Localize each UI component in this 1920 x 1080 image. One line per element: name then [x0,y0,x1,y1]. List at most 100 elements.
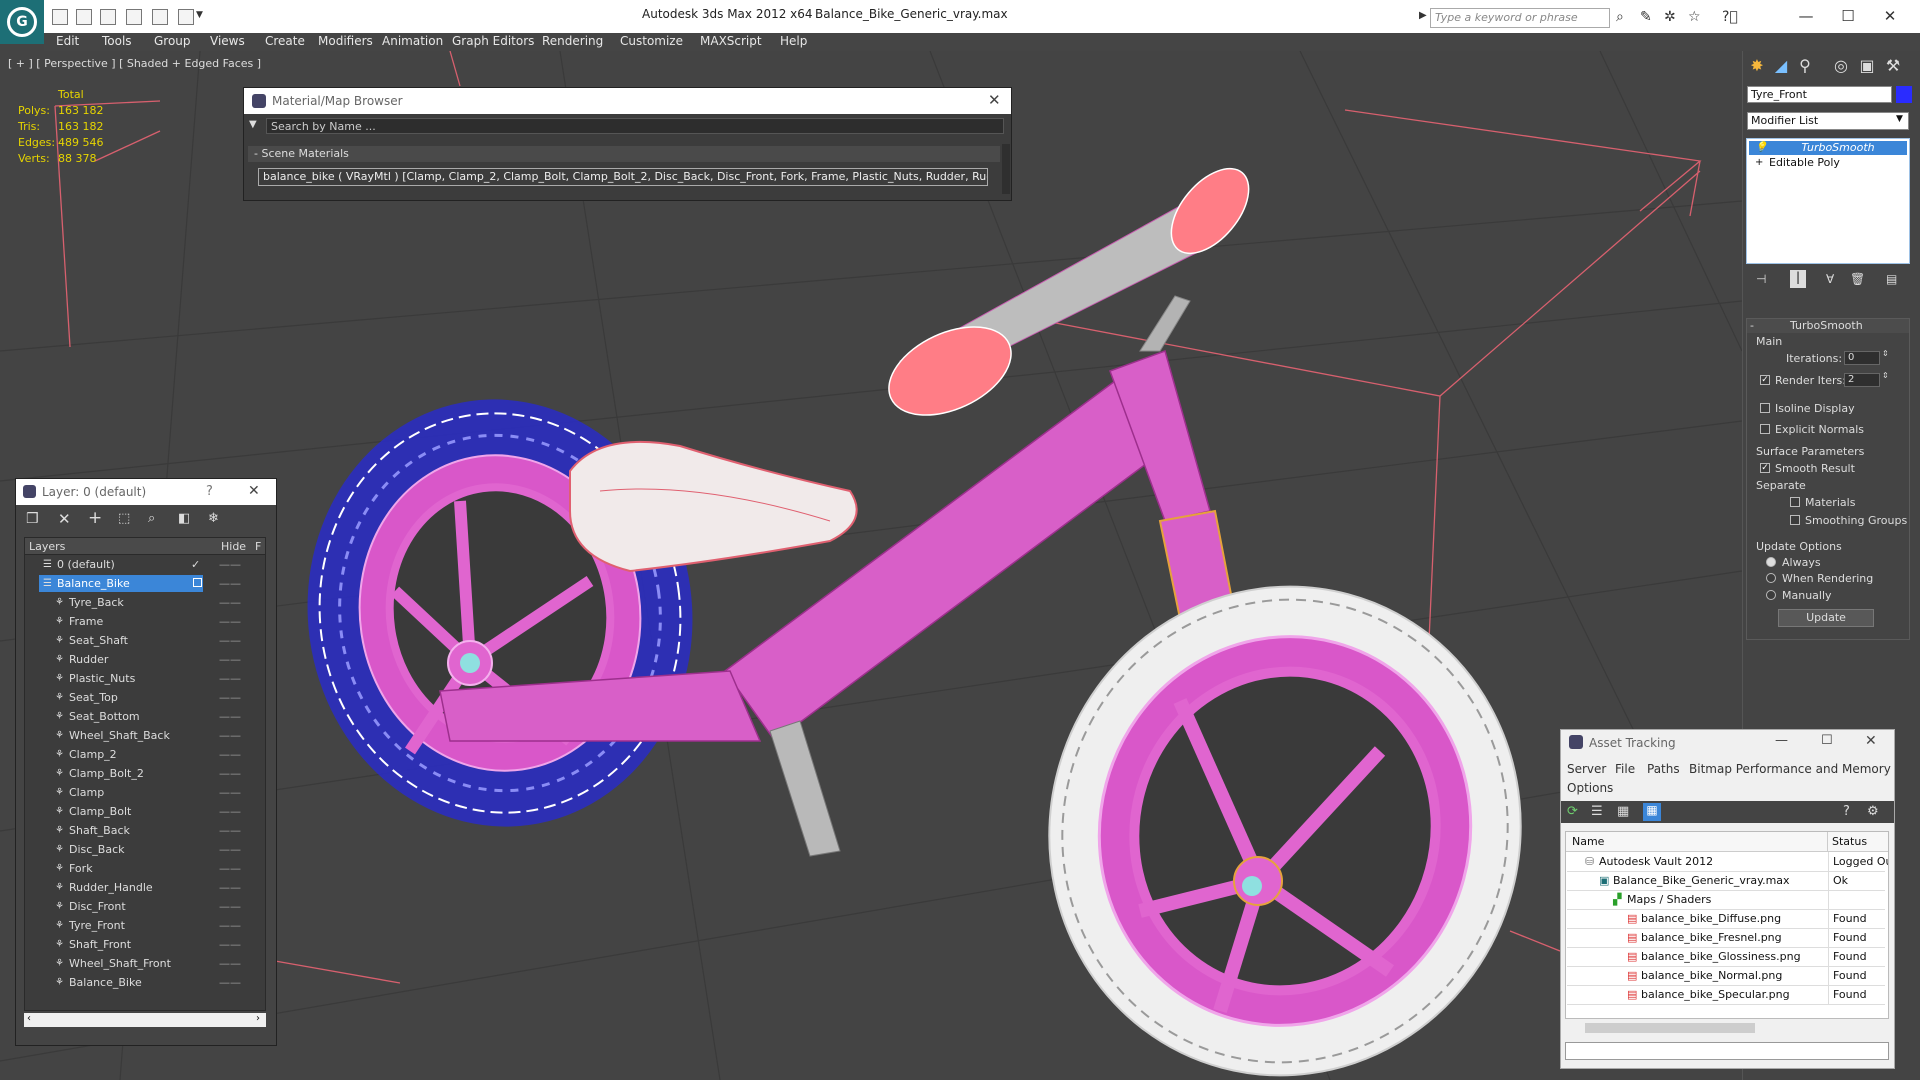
layer-row[interactable]: ⚘ Seat_Top —— [25,688,265,707]
select-objects-icon[interactable]: ⬚ [118,511,130,526]
asset-horizontal-scrollbar[interactable] [1565,1021,1889,1035]
layer-row[interactable]: ⚘ Disc_Front —— [25,897,265,916]
display-tab-icon[interactable]: ▣ [1856,56,1878,78]
layer-row[interactable]: ⚘ Tyre_Back —— [25,593,265,612]
scroll-right-icon[interactable]: › [256,1013,260,1024]
menu-help[interactable]: Help [780,34,807,48]
layer-row[interactable]: ⚘ Tyre_Front —— [25,916,265,935]
layer-manager-window[interactable]: Layer: 0 (default) ? ✕ ❒ ✕ + ⬚ ⌕ ◧ ❄ Lay… [15,478,277,1046]
when-rendering-radio[interactable] [1766,573,1776,583]
layer-row[interactable]: ⚘ Seat_Bottom —— [25,707,265,726]
manually-radio[interactable] [1766,590,1776,600]
hide-toggle[interactable]: —— [219,726,241,745]
modifier-list-dropdown[interactable]: Modifier List [1747,112,1909,130]
layer-row[interactable]: ⚘ Clamp_2 —— [25,745,265,764]
maximize-icon[interactable]: ☐ [1828,4,1868,28]
layer-row[interactable]: ⚘ Shaft_Back —— [25,821,265,840]
render-iters-spin-arrows-icon[interactable]: ⇕ [1882,371,1889,380]
menu-rendering[interactable]: Rendering [542,34,603,48]
menu-animation[interactable]: Animation [382,34,443,48]
communication-icon[interactable]: ✲ [1664,9,1676,25]
create-tab-icon[interactable]: ✸ [1746,56,1768,78]
hide-toggle[interactable]: —— [219,783,241,802]
new-layer-icon[interactable]: ❒ [26,511,39,527]
hide-toggle[interactable]: —— [219,669,241,688]
layer-row[interactable]: ⚘ Wheel_Shaft_Back —— [25,726,265,745]
help-icon[interactable]: ?⃝ [1722,9,1738,25]
hide-toggle[interactable]: —— [219,555,241,574]
undo-icon[interactable] [126,9,142,25]
material-browser-close-icon[interactable]: ✕ [988,91,1001,109]
modify-tab-icon[interactable]: ◢ [1770,56,1792,78]
asset-menu-bitmap-performance[interactable]: Bitmap Performance and Memory [1689,762,1891,776]
hide-toggle[interactable]: —— [219,764,241,783]
layer-row[interactable]: ⚘ Seat_Shaft —— [25,631,265,650]
hierarchy-tab-icon[interactable]: ⚲ [1794,56,1816,78]
utilities-tab-icon[interactable]: ⚒ [1882,56,1904,78]
highlight-layer-icon[interactable]: ⌕ [148,511,155,526]
quick-access-dropdown-icon[interactable]: ▼ [196,10,203,20]
project-folder-icon[interactable] [178,9,194,25]
asset-row[interactable]: ▤ balance_bike_Diffuse.png Found [1567,909,1885,929]
lightbulb-icon[interactable]: 💡 [1755,141,1767,155]
layer-row[interactable]: ☰ Balance_Bike —— [25,574,265,593]
col-hide[interactable]: Hide [221,540,246,553]
add-to-layer-icon[interactable]: + [88,508,102,528]
materials-checkbox[interactable] [1790,497,1800,507]
layer-row[interactable]: ⚘ Plastic_Nuts —— [25,669,265,688]
asset-minimize-icon[interactable]: — [1775,733,1788,748]
layer-row[interactable]: ⚘ Wheel_Shaft_Front —— [25,954,265,973]
close-icon[interactable]: ✕ [1870,4,1910,28]
menu-modifiers[interactable]: Modifiers [318,34,373,48]
hide-toggle[interactable]: —— [219,916,241,935]
expand-plus-icon[interactable]: + [1755,156,1763,170]
smoothing-groups-checkbox[interactable] [1790,515,1800,525]
hide-toggle[interactable]: —— [219,574,241,593]
asset-row[interactable]: ▤ balance_bike_Specular.png Found [1567,985,1885,1005]
asset-menu-server[interactable]: Server [1567,762,1606,776]
binoculars-icon[interactable]: ⌕ [1616,9,1624,25]
hide-toggle[interactable]: —— [219,631,241,650]
asset-row[interactable]: ▣ Balance_Bike_Generic_vray.max Ok [1567,871,1885,891]
asset-settings-icon[interactable]: ⚙ [1867,804,1879,819]
viewport-label[interactable]: [ + ] [ Perspective ] [ Shaded + Edged F… [8,57,261,70]
hide-toggle[interactable]: —— [219,593,241,612]
render-iters-checkbox[interactable]: ✓ [1760,375,1770,385]
hide-all-icon[interactable]: ◧ [178,511,190,526]
layer-row[interactable]: ⚘ Disc_Back —— [25,840,265,859]
make-unique-icon[interactable]: ∀ [1826,272,1834,286]
scene-material-entry[interactable]: balance_bike ( VRayMtl ) [Clamp, Clamp_2… [258,168,988,186]
hide-toggle[interactable]: —— [219,707,241,726]
explicit-normals-checkbox[interactable] [1760,424,1770,434]
open-file-icon[interactable] [52,9,68,25]
asset-scroll-thumb[interactable] [1585,1023,1755,1033]
menu-tools[interactable]: Tools [102,34,132,48]
menu-customize[interactable]: Customize [620,34,683,48]
hide-toggle[interactable]: —— [219,897,241,916]
col-freeze[interactable]: F [255,540,261,553]
show-end-result-icon[interactable]: | [1790,270,1806,288]
subscription-icon[interactable]: ✎ [1640,9,1652,25]
asset-tracking-window[interactable]: Asset Tracking — ☐ ✕ Server File Paths B… [1560,729,1895,1069]
menu-edit[interactable]: Edit [56,34,79,48]
menu-maxscript[interactable]: MAXScript [700,34,762,48]
hide-toggle[interactable]: —— [219,878,241,897]
always-radio[interactable] [1766,557,1776,567]
current-layer-check-icon[interactable]: ✓ [191,555,200,574]
hide-toggle[interactable]: —— [219,935,241,954]
layer-row[interactable]: ⚘ Rudder —— [25,650,265,669]
thumbnail-icon[interactable]: ▦ [1617,804,1629,819]
iterations-spin-arrows-icon[interactable]: ⇕ [1882,349,1889,358]
asset-row[interactable]: ▤ balance_bike_Normal.png Found [1567,966,1885,986]
menu-group[interactable]: Group [154,34,191,48]
asset-row[interactable]: ▤ balance_bike_Fresnel.png Found [1567,928,1885,948]
pin-stack-icon[interactable]: ⊣ [1756,272,1766,286]
modifier-list-chevron-icon[interactable]: ▼ [1896,114,1903,124]
layer-horizontal-scrollbar[interactable]: ‹ › [24,1013,266,1027]
asset-row[interactable]: ▞ Maps / Shaders [1567,890,1885,910]
layer-list[interactable]: Layers Hide F ☰ 0 (default) ✓ —— ☰ Balance_Bi… [24,537,266,1011]
stack-item-editable-poly[interactable]: + Editable Poly [1749,156,1907,170]
asset-help-icon[interactable]: ? [1843,804,1850,819]
search-expand-icon[interactable]: ▶ [1419,10,1427,21]
app-logo[interactable]: G [0,0,44,44]
